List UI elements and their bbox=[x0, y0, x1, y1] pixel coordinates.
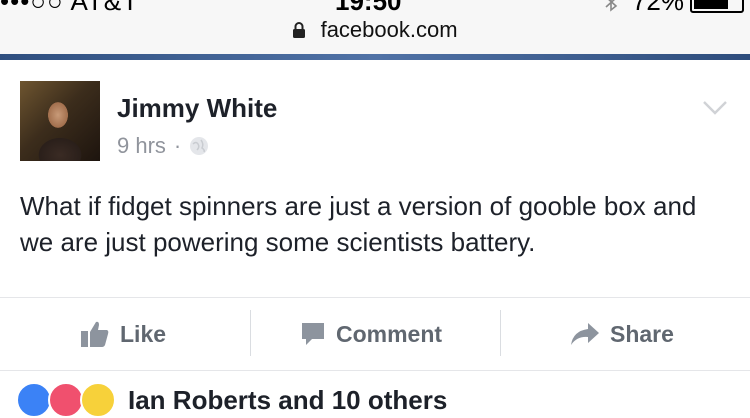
clock: 19:50 bbox=[335, 0, 402, 16]
post-body-text: What if fidget spinners are just a versi… bbox=[20, 191, 697, 257]
battery-icon bbox=[690, 0, 744, 13]
comment-icon bbox=[302, 323, 324, 345]
like-reaction-icon bbox=[16, 382, 52, 418]
haha-reaction-icon bbox=[80, 382, 116, 418]
comment-button[interactable]: Comment bbox=[300, 298, 442, 370]
share-button[interactable]: Share bbox=[570, 298, 674, 370]
avatar[interactable] bbox=[20, 81, 100, 161]
like-button[interactable]: Like bbox=[80, 298, 166, 370]
reaction-summary-text: Ian Roberts and 10 others bbox=[128, 384, 448, 415]
battery-status: 72% bbox=[604, 0, 744, 17]
post-meta: 9 hrs · bbox=[117, 133, 209, 159]
lock-icon bbox=[293, 22, 306, 39]
post-author-name[interactable]: Jimmy White bbox=[117, 93, 277, 124]
post-timestamp[interactable]: 9 hrs bbox=[117, 133, 166, 159]
globe-icon bbox=[190, 137, 209, 155]
divider bbox=[250, 310, 251, 356]
divider bbox=[0, 370, 750, 371]
comment-label: Comment bbox=[336, 320, 443, 347]
url-text: facebook.com bbox=[320, 17, 458, 43]
news-feed-post: Jimmy White 9 hrs · What if fidget spinn… bbox=[0, 60, 750, 418]
meta-separator: · bbox=[173, 133, 182, 158]
divider bbox=[500, 310, 501, 356]
like-label: Like bbox=[120, 320, 167, 347]
share-arrow-icon bbox=[571, 323, 599, 345]
chevron-down-icon[interactable] bbox=[702, 100, 728, 116]
address-bar[interactable]: facebook.com bbox=[0, 16, 750, 43]
carrier-label: •••○○ AT&T bbox=[0, 0, 140, 16]
post-action-bar: Like Comment Share bbox=[0, 298, 750, 370]
share-label: Share bbox=[610, 320, 674, 347]
reaction-summary[interactable]: Ian Roberts and 10 others bbox=[16, 382, 447, 418]
bluetooth-icon bbox=[605, 0, 618, 12]
love-reaction-icon bbox=[48, 382, 84, 418]
browser-chrome: •••○○ AT&T 19:50 72% facebook.com bbox=[0, 0, 750, 56]
battery-percent: 72% bbox=[631, 0, 684, 16]
status-bar: •••○○ AT&T 19:50 72% bbox=[0, 0, 750, 16]
thumbs-up-icon bbox=[81, 321, 109, 347]
